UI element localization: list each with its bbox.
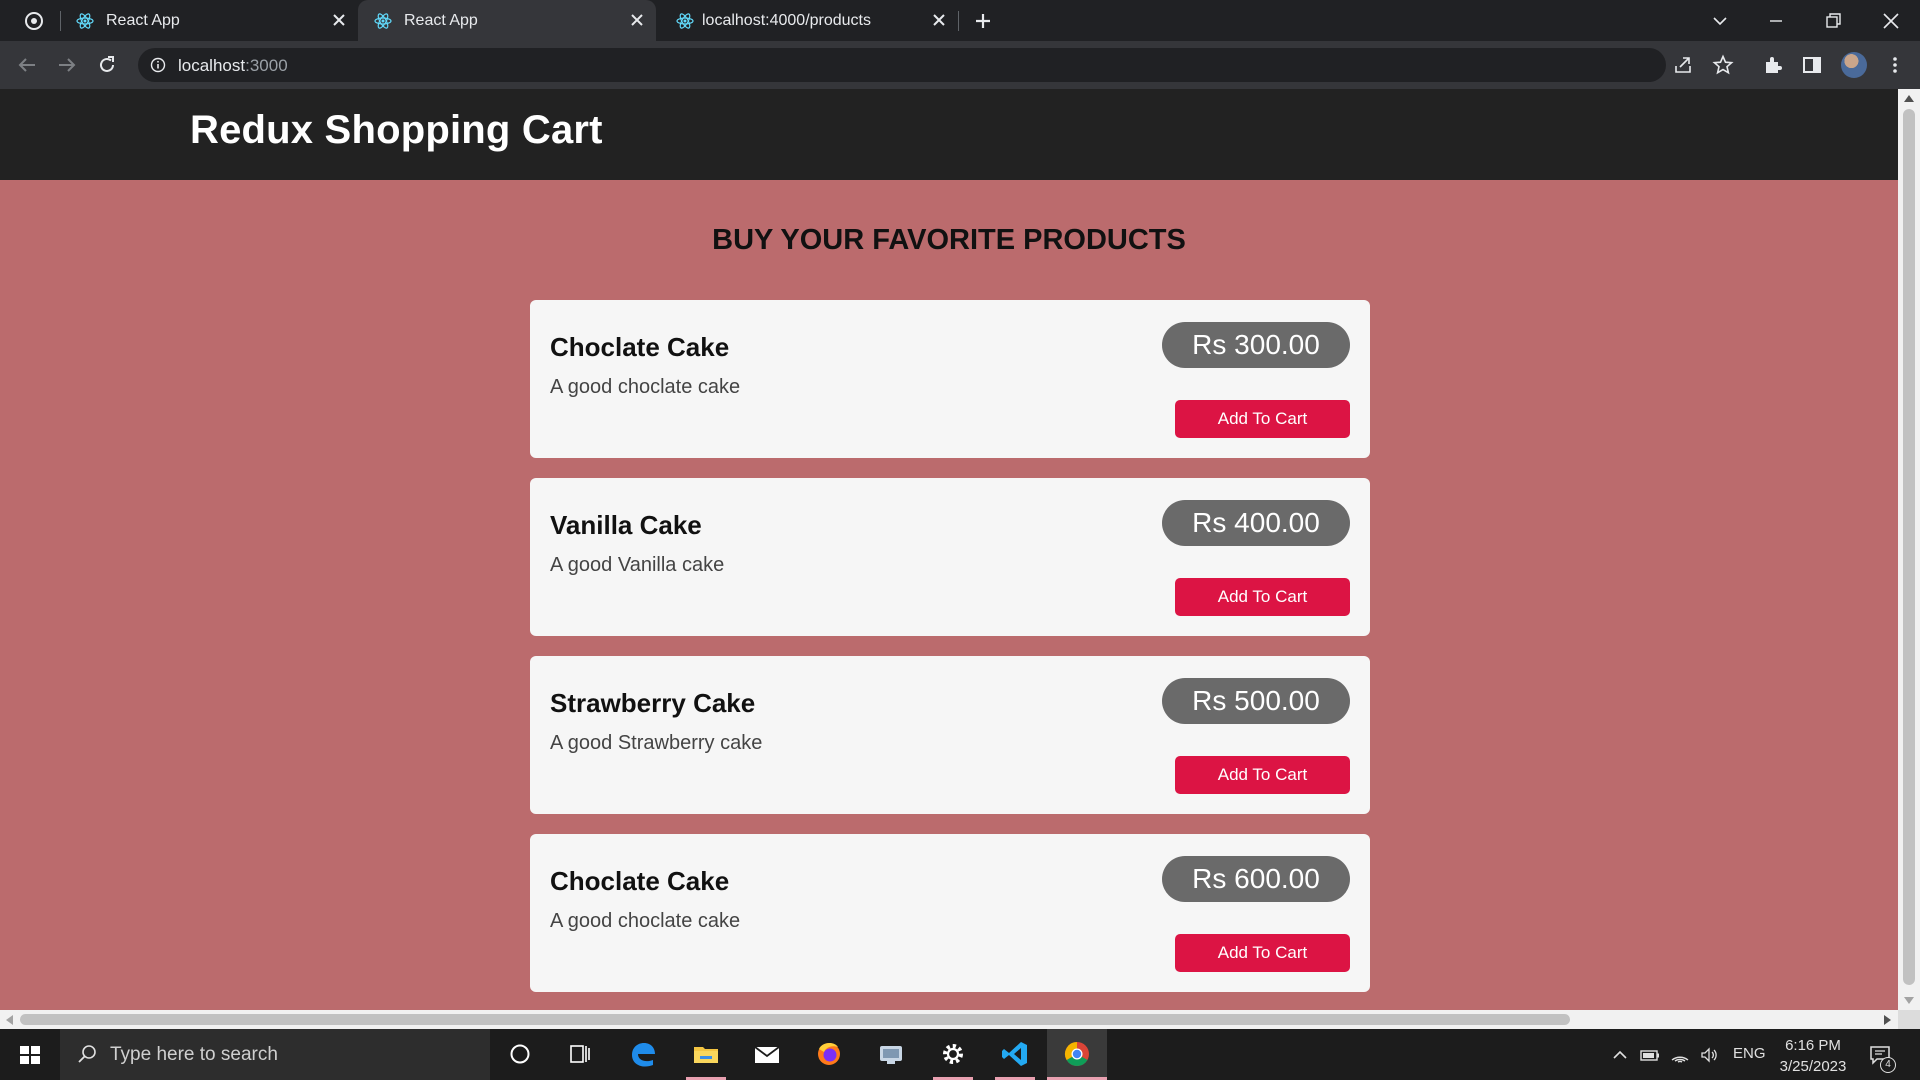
- scroll-up-arrow-icon[interactable]: [1904, 95, 1914, 102]
- windows-taskbar: Type here to search ENG 6:16 PM 3/25/202…: [0, 1029, 1920, 1080]
- tab-separator: [958, 11, 959, 31]
- new-tab-plus-icon[interactable]: [973, 11, 993, 31]
- close-icon[interactable]: [332, 13, 346, 27]
- product-description: A good Vanilla cake: [550, 554, 725, 576]
- scrollbar-corner: [1898, 1010, 1920, 1029]
- wifi-icon[interactable]: [1670, 1045, 1690, 1065]
- taskbar-search-box[interactable]: Type here to search: [60, 1029, 490, 1080]
- search-placeholder: Type here to search: [110, 1044, 278, 1065]
- vertical-scroll-thumb[interactable]: [1903, 109, 1915, 985]
- product-price-badge: Rs 500.00: [1162, 678, 1350, 724]
- product-card: Vanilla Cake A good Vanilla cake Rs 400.…: [530, 478, 1370, 636]
- product-card: Choclate Cake A good choclate cake Rs 30…: [530, 300, 1370, 458]
- forward-arrow-icon[interactable]: [56, 54, 78, 76]
- remote-desktop-icon[interactable]: [861, 1029, 921, 1080]
- window-close-icon[interactable]: [1879, 9, 1903, 33]
- side-panel-icon[interactable]: [1801, 54, 1823, 76]
- add-to-cart-button[interactable]: Add To Cart: [1175, 756, 1350, 794]
- chrome-icon[interactable]: [1047, 1029, 1107, 1080]
- task-view-icon[interactable]: [550, 1029, 610, 1080]
- product-price-badge: Rs 400.00: [1162, 500, 1350, 546]
- tab-title: localhost:4000/products: [702, 12, 871, 29]
- edge-browser-icon[interactable]: [613, 1029, 673, 1080]
- settings-gear-icon[interactable]: [923, 1029, 983, 1080]
- file-explorer-icon[interactable]: [676, 1029, 736, 1080]
- tab-title: React App: [106, 12, 180, 29]
- back-arrow-icon[interactable]: [16, 54, 38, 76]
- react-icon: [374, 12, 392, 30]
- web-page: Redux Shopping Cart BUY YOUR FAVORITE PR…: [0, 89, 1898, 1010]
- address-bar[interactable]: localhost:3000: [138, 48, 1666, 82]
- url-text: localhost:3000: [178, 56, 288, 75]
- site-info-icon[interactable]: [150, 57, 166, 73]
- clock-date: 3/25/2023: [1779, 1058, 1847, 1075]
- page-heading: BUY YOUR FAVORITE PRODUCTS: [712, 224, 1186, 256]
- react-icon: [76, 12, 94, 30]
- clock-time: 6:16 PM: [1785, 1037, 1841, 1054]
- add-to-cart-button[interactable]: Add To Cart: [1175, 578, 1350, 616]
- tab-search-icon[interactable]: [23, 10, 45, 32]
- extensions-puzzle-icon[interactable]: [1762, 54, 1784, 76]
- product-price-badge: Rs 300.00: [1162, 322, 1350, 368]
- vscode-icon[interactable]: [985, 1029, 1045, 1080]
- restore-icon[interactable]: [1821, 9, 1845, 33]
- tab-list-chevron-down-icon[interactable]: [1708, 9, 1732, 33]
- product-name: Choclate Cake: [550, 866, 730, 896]
- mail-icon[interactable]: [737, 1029, 797, 1080]
- share-icon[interactable]: [1672, 54, 1694, 76]
- app-header: Redux Shopping Cart: [0, 89, 1898, 180]
- product-name: Vanilla Cake: [550, 510, 702, 540]
- app-title: Redux Shopping Cart: [190, 108, 603, 152]
- bookmark-star-icon[interactable]: [1712, 54, 1734, 76]
- tab-react-app-2[interactable]: React App: [358, 0, 656, 41]
- product-price-badge: Rs 600.00: [1162, 856, 1350, 902]
- profile-avatar[interactable]: [1841, 52, 1867, 78]
- minimize-icon[interactable]: [1764, 9, 1788, 33]
- product-card: Choclate Cake A good choclate cake Rs 60…: [530, 834, 1370, 992]
- product-description: A good Strawberry cake: [550, 732, 763, 754]
- horizontal-scroll-thumb[interactable]: [20, 1014, 1570, 1025]
- horizontal-scrollbar[interactable]: [0, 1010, 1920, 1029]
- tab-react-app-1[interactable]: React App: [60, 0, 358, 41]
- product-description: A good choclate cake: [550, 376, 741, 398]
- product-name: Choclate Cake: [550, 332, 730, 362]
- notification-count-badge: 4: [1880, 1057, 1896, 1073]
- scroll-down-arrow-icon[interactable]: [1904, 997, 1914, 1004]
- product-description: A good choclate cake: [550, 910, 741, 932]
- browser-toolbar: localhost:3000: [0, 41, 1920, 89]
- input-language-indicator[interactable]: ENG: [1733, 1045, 1766, 1062]
- product-name: Strawberry Cake: [550, 688, 756, 718]
- more-menu-icon[interactable]: [1884, 54, 1906, 76]
- volume-icon[interactable]: [1699, 1045, 1719, 1065]
- show-hidden-icons-chevron-up-icon[interactable]: [1610, 1045, 1630, 1065]
- search-icon: [76, 1043, 98, 1065]
- browser-tab-strip: React App React App localhost:4000/produ…: [0, 0, 1920, 41]
- tab-title: React App: [404, 12, 478, 29]
- vertical-scrollbar[interactable]: [1898, 89, 1920, 1010]
- firefox-icon[interactable]: [799, 1029, 859, 1080]
- close-icon[interactable]: [932, 13, 946, 27]
- react-icon: [676, 12, 694, 30]
- taskbar-clock[interactable]: 6:16 PM 3/25/2023: [1776, 1035, 1850, 1077]
- windows-start-icon[interactable]: [0, 1029, 60, 1080]
- scroll-right-arrow-icon[interactable]: [1884, 1015, 1891, 1025]
- reload-icon[interactable]: [96, 54, 118, 76]
- battery-icon[interactable]: [1640, 1045, 1660, 1065]
- add-to-cart-button[interactable]: Add To Cart: [1175, 400, 1350, 438]
- cortana-icon[interactable]: [490, 1029, 550, 1080]
- tab-products[interactable]: localhost:4000/products: [660, 0, 958, 41]
- close-icon[interactable]: [630, 13, 644, 27]
- add-to-cart-button[interactable]: Add To Cart: [1175, 934, 1350, 972]
- scroll-left-arrow-icon[interactable]: [6, 1015, 13, 1025]
- product-card: Strawberry Cake A good Strawberry cake R…: [530, 656, 1370, 814]
